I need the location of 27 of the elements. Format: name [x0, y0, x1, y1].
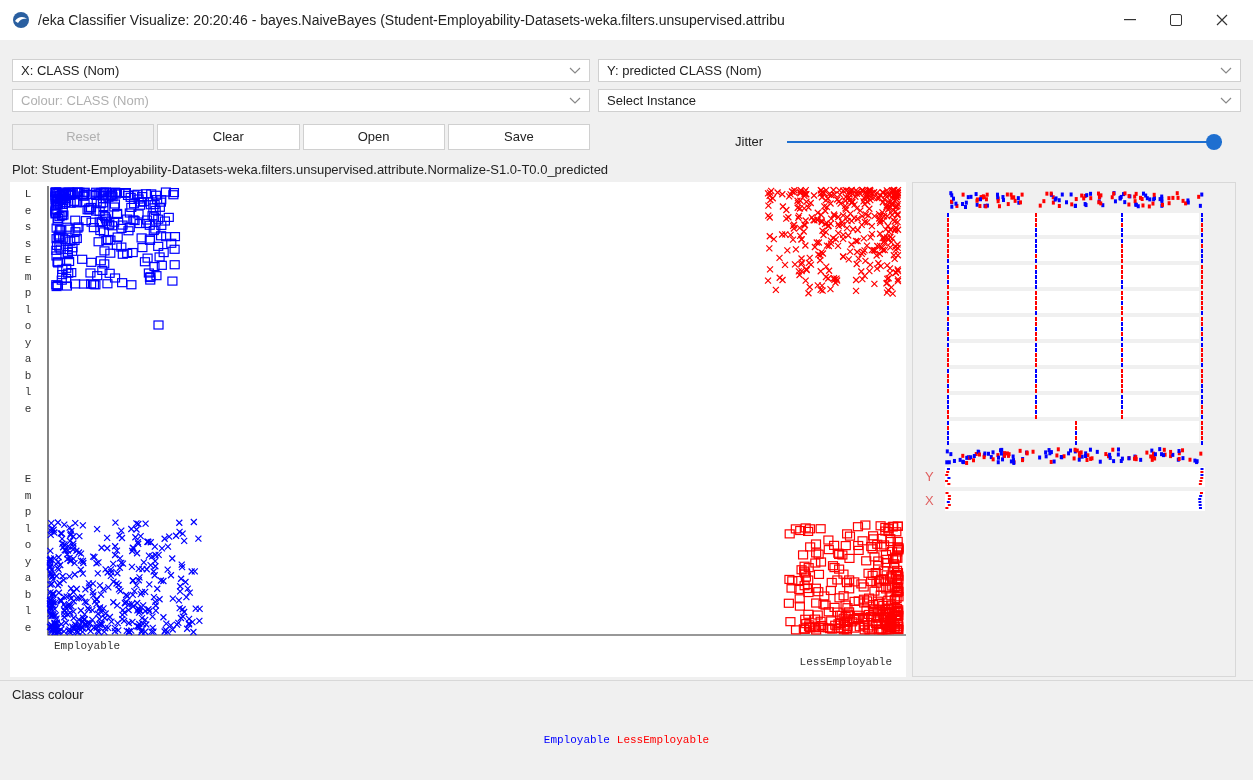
panel-title: Class colour: [11, 686, 85, 704]
dropdown[interactable]: Select Instance: [598, 89, 1241, 112]
jitter-slider[interactable]: [787, 133, 1223, 150]
plot-title: Plot: Student-Employability-Datasets-weka.filters.unsupervised.attribute.Normalize-S1.0-T0.0_predicted: [11, 160, 610, 179]
dropdown[interactable]: Y: predicted CLASS (Nom): [598, 59, 1241, 82]
toolbar-button[interactable]: Save: [447, 123, 590, 150]
window-title: /eka Classifier Visualize: 20:20:46 - bayes.NaiveBayes (Student-Employability-Datasets-weka.filters.unsupervised.attribu: [38, 10, 785, 30]
y-axis-label: Employable: [23, 472, 33, 636]
dropdown[interactable]: X: CLASS (Nom): [12, 59, 590, 82]
x-axis-label: Employable: [54, 639, 120, 654]
toolbar-button[interactable]: Open: [302, 123, 445, 150]
y-axis-label: LessEmployable: [23, 187, 33, 417]
class-legend-entry[interactable]: Employable: [543, 731, 610, 748]
maximize-icon: [1170, 14, 1182, 26]
class-legend-entry[interactable]: LessEmployable: [616, 731, 710, 748]
x-axis-label: LessEmployable: [799, 655, 892, 670]
chevron-down-icon: [1220, 96, 1232, 105]
jitter-label: Jitter: [735, 133, 764, 151]
axis-label: Y: [925, 468, 935, 487]
chevron-down-icon: [1220, 66, 1232, 75]
chevron-down-icon: [569, 66, 581, 75]
close-icon: [1216, 14, 1228, 26]
toolbar-button[interactable]: Clear: [157, 123, 300, 150]
chevron-down-icon: [569, 96, 581, 105]
axis-label: X: [925, 492, 935, 511]
minimize-icon: [1124, 19, 1136, 21]
app-logo-icon: [12, 11, 30, 29]
